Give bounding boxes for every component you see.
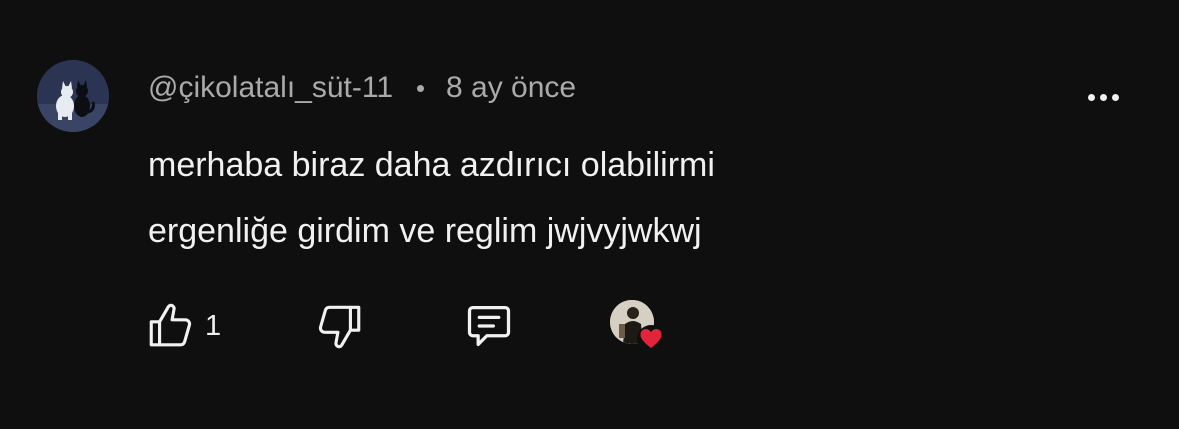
comment-thread: @çikolatalı_süt-11 8 ay önce merhaba bir…	[0, 0, 1179, 429]
comment-timestamp[interactable]: 8 ay önce	[446, 71, 576, 105]
like-count: 1	[205, 309, 222, 342]
thumbs-up-icon	[149, 303, 192, 347]
creator-heart-icon	[637, 325, 665, 353]
comment-line: merhaba biraz daha azdırıcı olabilirmi	[148, 146, 715, 184]
separator-dot	[417, 84, 425, 92]
comment-reply-icon	[467, 305, 511, 347]
reply-button[interactable]	[463, 298, 515, 354]
comment-line: ergenliğe girdim ve reglim jwjvyjwkwj	[148, 212, 702, 250]
cats-avatar-image	[37, 60, 109, 132]
more-dot-icon	[1087, 93, 1095, 101]
author-name[interactable]: @çikolatalı_süt-11	[148, 71, 393, 105]
like-button[interactable]: 1	[145, 298, 221, 354]
author-avatar[interactable]	[37, 60, 109, 132]
comment-actions: 1	[145, 298, 705, 354]
more-dot-icon	[1111, 93, 1119, 101]
dislike-button[interactable]	[315, 298, 365, 354]
more-dot-icon	[1099, 93, 1107, 101]
more-options-button[interactable]	[1078, 80, 1128, 114]
comment-body: merhaba biraz daha azdırıcı olabilirmi e…	[148, 132, 1088, 264]
thumbs-down-icon	[318, 305, 361, 349]
creator-heart	[610, 298, 666, 354]
comment-header: @çikolatalı_süt-11 8 ay önce	[148, 68, 576, 108]
